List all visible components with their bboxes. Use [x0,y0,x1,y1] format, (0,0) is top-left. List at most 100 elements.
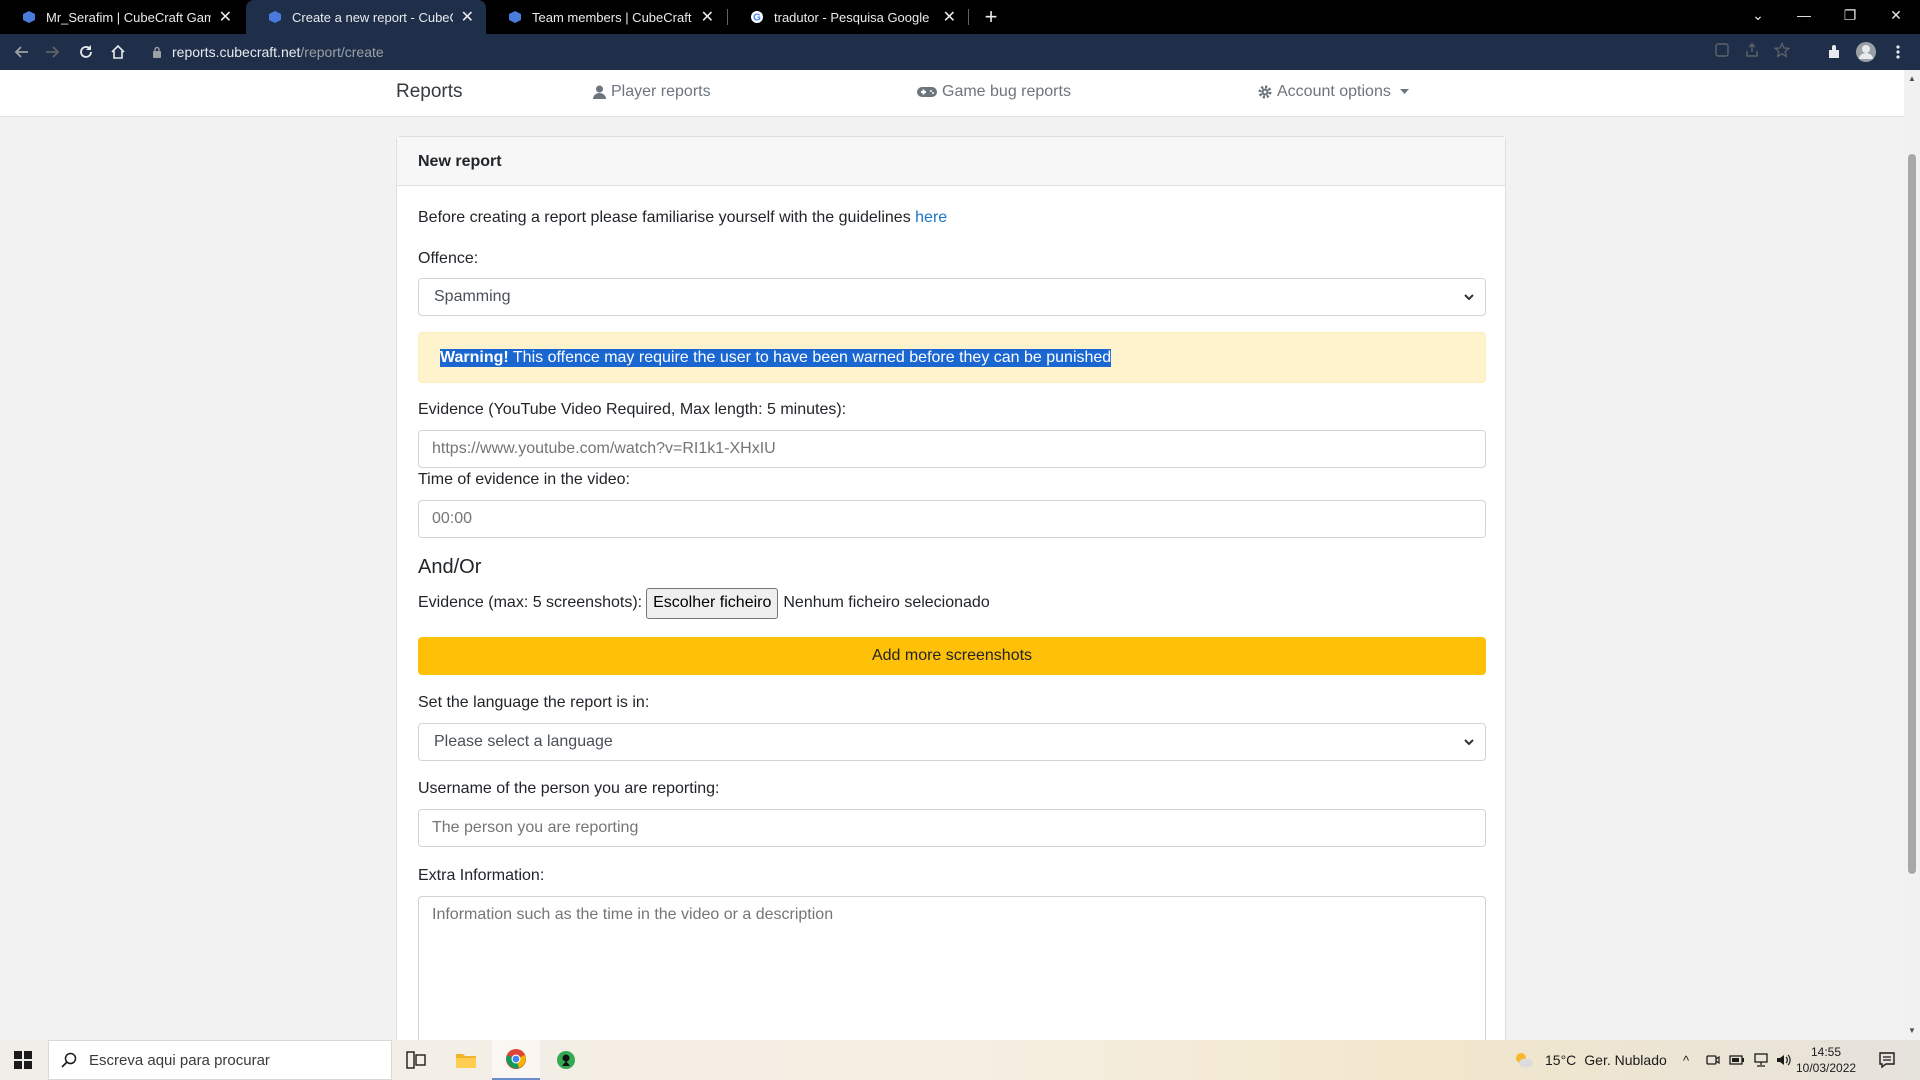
offence-label: Offence: [418,250,479,267]
offence-selected-value: Spamming [434,288,511,305]
close-icon[interactable]: ✕ [701,7,714,27]
network-icon[interactable] [1753,1052,1769,1068]
address-bar[interactable]: reports.cubecraft.net/report/create [140,38,1790,66]
profile-avatar[interactable] [1854,40,1878,64]
windows-start-icon[interactable] [0,1040,46,1080]
weather-text: Ger. Nublado [1584,1052,1667,1068]
warning-selected-text: Warning! This offence may require the us… [440,348,1112,367]
volume-icon[interactable] [1775,1052,1791,1068]
card-header: New report [397,137,1505,186]
close-icon[interactable]: ✕ [461,7,474,27]
tab-title: Create a new report - CubeCraft [292,9,453,25]
tab-separator [968,9,969,25]
meet-now-icon[interactable] [1706,1053,1720,1067]
notifications-icon[interactable] [1878,1051,1896,1069]
new-tab-button[interactable]: + [978,4,1004,30]
gear-icon [1258,85,1272,99]
choose-file-button[interactable]: Escolher ficheiro [646,587,779,619]
cubecraft-favicon-icon [23,11,35,23]
gamepad-icon [917,87,937,97]
tab-title: Team members | CubeCraft Gam [532,9,693,25]
battery-icon[interactable] [1729,1053,1745,1067]
browser-tab-strip: Mr_Serafim | CubeCraft Games ✕ Create a … [0,0,1920,34]
clock-time: 14:55 [1810,1045,1842,1059]
taskbar-search-placeholder: Escreva aqui para procurar [89,1051,270,1069]
language-select[interactable]: Please select a language [418,723,1486,761]
url-path: /report/create [300,44,384,60]
new-report-card: New report Before creating a report plea… [396,136,1506,1080]
nav-account-options[interactable]: Account options [1258,83,1409,101]
scroll-up-icon[interactable]: ▲ [1908,74,1916,83]
omnibox-actions [1714,42,1790,58]
close-icon[interactable]: ✕ [219,7,232,27]
cubecraft-favicon-icon [509,11,521,23]
extra-info-label: Extra Information: [418,867,545,884]
weather-widget[interactable]: 15°C Ger. Nublado [1545,1040,1667,1080]
screenshots-row: Evidence (max: 5 screenshots): Escolher … [418,587,990,619]
taskbar-search-box[interactable]: Escreva aqui para procurar [48,1040,392,1080]
nav-player-reports[interactable]: Player reports [593,83,711,101]
extensions-icon[interactable] [1822,40,1846,64]
window-close-icon[interactable]: ✕ [1873,0,1919,30]
back-icon[interactable] [10,40,34,64]
chrome-taskbar-icon[interactable] [492,1040,540,1080]
task-view-icon[interactable] [392,1040,440,1080]
site-navbar: Reports Player reports Game bug reports … [0,70,1904,117]
intro-text: Before creating a report please familiar… [418,209,911,226]
clock-date: 10/03/2022 [1796,1061,1857,1075]
taskbar-clock[interactable]: 14:55 10/03/2022 [1796,1044,1856,1076]
browser-toolbar: reports.cubecraft.net/report/create [0,34,1920,70]
evidence-video-input[interactable]: https://www.youtube.com/watch?v=RI1k1-XH… [418,430,1486,468]
tray-chevron-up-icon[interactable]: ^ [1683,1040,1689,1080]
user-icon [593,85,606,99]
restore-icon[interactable]: ❐ [1827,0,1873,30]
nav-player-reports-label: Player reports [611,83,711,100]
nav-game-bug-reports[interactable]: Game bug reports [917,83,1071,101]
evidence-time-input[interactable]: 00:00 [418,500,1486,538]
screenshots-label: Evidence (max: 5 screenshots): [418,594,643,611]
app-taskbar-icon[interactable] [542,1040,590,1080]
home-icon[interactable] [106,40,130,64]
url-host: reports.cubecraft.net [172,44,301,60]
share-icon[interactable] [1744,42,1760,58]
and-or-heading: And/Or [418,556,482,578]
google-favicon-icon: G [751,11,763,24]
page-scrollbar[interactable]: ▲ ▼ [1904,70,1920,1040]
tab-mr-serafim[interactable]: Mr_Serafim | CubeCraft Games ✕ [0,0,244,34]
reload-icon[interactable] [74,40,98,64]
offence-select[interactable]: Spamming [418,278,1486,316]
lock-icon[interactable] [152,46,162,58]
menu-kebab-icon[interactable] [1886,40,1910,64]
translate-icon[interactable] [1714,42,1730,58]
bookmark-star-icon[interactable] [1774,42,1790,58]
forward-icon[interactable] [40,40,64,64]
add-more-screenshots-button[interactable]: Add more screenshots [418,637,1486,675]
tab-title: tradutor - Pesquisa Google [774,9,930,25]
nav-game-bug-reports-label: Game bug reports [942,83,1071,100]
evidence-video-label: Evidence (YouTube Video Required, Max le… [418,401,847,418]
caret-down-icon [1399,89,1409,94]
tab-create-report[interactable]: Create a new report - CubeCraft ✕ [246,0,486,34]
weather-icon[interactable] [1514,1051,1534,1069]
tab-team-members[interactable]: Team members | CubeCraft Gam ✕ [486,0,726,34]
username-input[interactable]: The person you are reporting [418,809,1486,847]
tab-google-search[interactable]: G tradutor - Pesquisa Google ✕ [728,0,968,34]
chevron-down-icon [1464,739,1474,746]
file-explorer-icon[interactable] [442,1040,490,1080]
intro-paragraph: Before creating a report please familiar… [418,209,1486,227]
scroll-down-icon[interactable]: ▼ [1908,1026,1916,1035]
tab-search-icon[interactable]: ⌄ [1735,0,1781,30]
evidence-time-label: Time of evidence in the video: [418,471,630,488]
warning-strong: Warning! [440,348,509,366]
language-selected-value: Please select a language [434,733,613,750]
guidelines-link[interactable]: here [915,209,947,226]
close-icon[interactable]: ✕ [943,7,956,27]
username-label: Username of the person you are reporting… [418,780,720,797]
weather-temp: 15°C [1545,1052,1577,1068]
scroll-thumb[interactable] [1908,154,1916,874]
navbar-brand[interactable]: Reports [396,81,463,103]
file-status-text: Nenhum ficheiro selecionado [783,594,990,611]
minimize-icon[interactable]: — [1781,0,1827,30]
svg-text:G: G [753,13,761,24]
warning-alert: Warning! This offence may require the us… [418,332,1486,383]
